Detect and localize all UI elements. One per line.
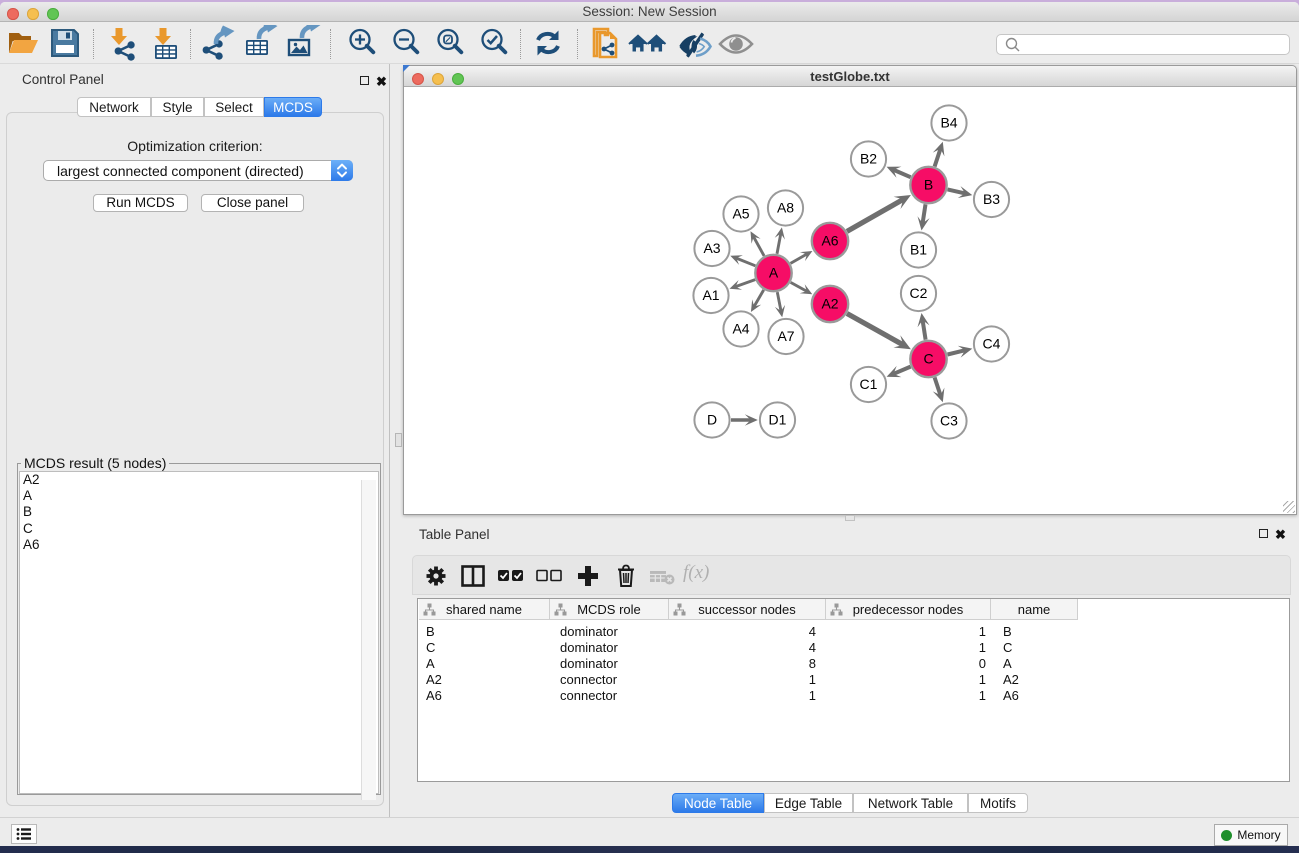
svg-text:A3: A3 [703, 240, 720, 256]
svg-text:B3: B3 [983, 191, 1000, 207]
svg-text:A1: A1 [702, 287, 719, 303]
svg-text:C4: C4 [983, 336, 1001, 352]
svg-text:D: D [707, 412, 717, 428]
svg-text:A8: A8 [777, 200, 794, 216]
svg-text:B1: B1 [910, 242, 927, 258]
svg-text:C3: C3 [940, 413, 958, 429]
svg-text:A: A [769, 265, 779, 281]
svg-text:B: B [924, 177, 933, 193]
svg-text:A2: A2 [821, 296, 838, 312]
svg-text:A6: A6 [821, 233, 838, 249]
svg-text:D1: D1 [769, 412, 787, 428]
svg-text:B4: B4 [940, 115, 957, 131]
svg-text:C1: C1 [860, 376, 878, 392]
svg-text:C2: C2 [910, 285, 928, 301]
svg-text:C: C [923, 351, 933, 367]
svg-text:B2: B2 [860, 151, 877, 167]
svg-text:A5: A5 [732, 206, 749, 222]
svg-text:A7: A7 [777, 328, 794, 344]
svg-text:A4: A4 [732, 321, 749, 337]
